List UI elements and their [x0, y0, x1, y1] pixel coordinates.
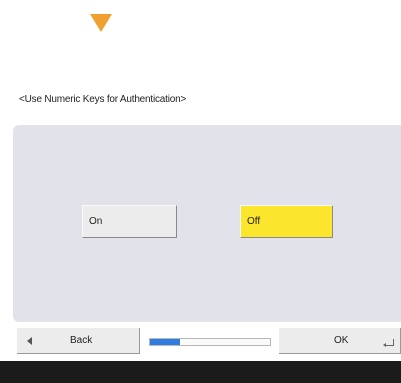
setting-title: <Use Numeric Keys for Authentication> — [19, 94, 187, 105]
ok-button[interactable]: OK — [279, 328, 401, 354]
bottom-bar: Back OK — [13, 328, 401, 356]
ok-label: OK — [334, 335, 349, 346]
options-panel: On Off — [13, 125, 401, 322]
off-option-button[interactable]: Off — [240, 205, 333, 238]
progress-fill — [150, 339, 180, 345]
progress-bar — [149, 338, 271, 346]
back-button[interactable]: Back — [17, 328, 140, 354]
enter-icon — [383, 339, 394, 347]
down-arrow-icon — [90, 14, 112, 32]
status-strip — [0, 361, 401, 383]
back-label: Back — [70, 335, 93, 346]
on-option-button[interactable]: On — [82, 205, 177, 238]
chevron-left-icon — [27, 337, 32, 345]
